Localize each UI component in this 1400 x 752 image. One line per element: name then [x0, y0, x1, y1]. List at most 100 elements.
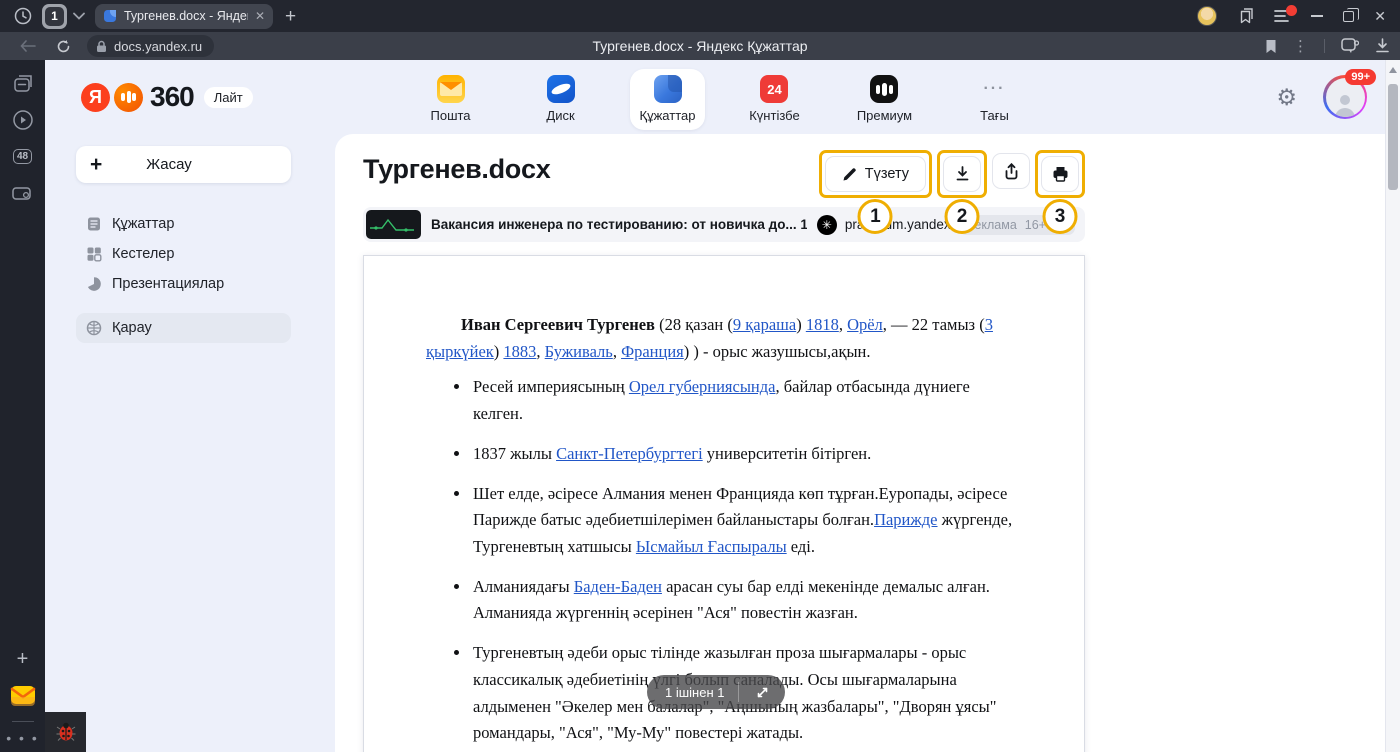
download-button[interactable]: [943, 156, 981, 192]
more-actions-icon[interactable]: ⋮: [1293, 37, 1308, 55]
lite-badge: Лайт: [204, 87, 253, 108]
practicum-logo-icon: ✳: [817, 215, 837, 235]
ad-headline: Вакансия инженера по тестированию: от но…: [431, 217, 807, 232]
document-link[interactable]: 9 қараша: [733, 315, 796, 334]
document-link[interactable]: 1818: [806, 315, 839, 334]
nav-documents-active[interactable]: Құжаттар: [640, 75, 696, 123]
document-link[interactable]: Франция: [621, 342, 684, 361]
share-icon: [1004, 163, 1019, 180]
tab-group-count: 1: [45, 7, 64, 26]
browser-tab[interactable]: Тургенев.docx - Яндекс ✕: [95, 4, 273, 29]
scrollbar-thumb[interactable]: [1388, 84, 1398, 190]
download-icon: [955, 166, 970, 182]
downloads-icon[interactable]: [1375, 38, 1390, 54]
tab-group-chip[interactable]: 1: [42, 4, 67, 29]
page-indicator-text: 1 ішінен 1: [665, 685, 724, 700]
document-link[interactable]: Ысмайыл Ғаспыралы: [636, 537, 787, 556]
fullscreen-icon[interactable]: [745, 678, 779, 706]
main-panel: Тургенев.docx Түзету 1 2: [335, 134, 1385, 752]
tab-close-icon[interactable]: ✕: [255, 10, 265, 22]
documents-icon: [654, 75, 682, 103]
new-tab-button[interactable]: +: [285, 7, 296, 26]
edit-button[interactable]: Түзету: [825, 156, 926, 192]
browser-side-toolbar: 48 + • • •: [0, 60, 45, 752]
history-icon[interactable]: [12, 5, 34, 27]
disk-icon: [547, 75, 575, 103]
sidebar-item-documents[interactable]: Құжаттар: [76, 209, 291, 239]
tab-title: Тургенев.docx - Яндекс: [124, 9, 248, 23]
sidebar-panel-icon[interactable]: [1341, 38, 1359, 54]
user-avatar[interactable]: 99+: [1323, 75, 1367, 119]
create-button[interactable]: + Жасау: [76, 146, 291, 183]
divider: [1324, 39, 1325, 53]
app-nav: Пошта Диск Құжаттар 24 Күнтізбе Премиум: [420, 71, 1026, 123]
feed-icon[interactable]: [0, 66, 45, 102]
nav-disk[interactable]: Диск: [530, 75, 592, 123]
chevron-down-icon[interactable]: [73, 12, 85, 20]
bookmark-flag-icon[interactable]: [1265, 39, 1277, 54]
back-icon[interactable]: [20, 40, 36, 52]
restore-button[interactable]: [1343, 11, 1354, 22]
address-bar: docs.yandex.ru Тургенев.docx - Яндекс Құ…: [0, 32, 1400, 60]
annotation-number-2: 2: [945, 199, 980, 234]
avatar-silhouette: [1335, 95, 1355, 117]
bullet-item: Алманиядағы Баден-Баден арасан суы бар е…: [471, 574, 1014, 627]
video-icon[interactable]: [0, 102, 45, 138]
nav-more[interactable]: ··· Тағы: [963, 75, 1025, 123]
sidebar-item-tables[interactable]: Кестелер: [76, 239, 291, 269]
document-intro-paragraph: Иван Сергеевич Тургенев (28 қазан (9 қар…: [426, 312, 1014, 365]
yandex-logo-icon: Я: [81, 83, 110, 112]
mail-icon: [437, 75, 465, 103]
document-title: Тургенев.docx: [363, 150, 550, 185]
nav-calendar[interactable]: 24 Күнтізбе: [743, 75, 805, 123]
yandex-360-logo[interactable]: Я 360 Лайт: [81, 81, 253, 113]
reload-icon[interactable]: [56, 39, 71, 54]
settings-gear-icon[interactable]: ⚙: [1276, 84, 1297, 111]
browser-menu-icon[interactable]: [1274, 9, 1291, 23]
document-link[interactable]: Баден-Баден: [574, 577, 662, 596]
print-button[interactable]: [1041, 156, 1079, 192]
url-field[interactable]: docs.yandex.ru: [87, 35, 214, 57]
browser-profile-avatar[interactable]: [1197, 6, 1217, 26]
annotation-number-3: 3: [1043, 199, 1078, 234]
nav-premium[interactable]: Премиум: [853, 75, 915, 123]
sidebar-item-presentations[interactable]: Презентациялар: [76, 269, 291, 299]
docs-favicon: [103, 9, 117, 23]
bullet-item: Шет елде, әсіресе Алмания менен Францияд…: [471, 481, 1014, 561]
brand-360-text: 360: [150, 81, 194, 113]
timer-48-badge[interactable]: 48: [13, 149, 32, 164]
globe-icon: [86, 320, 102, 336]
premium-icon: [870, 75, 898, 103]
pencil-icon: [842, 167, 857, 182]
ladybug-icon: [55, 721, 77, 743]
annotation-box-2: 2: [937, 150, 987, 198]
360-logo-icon: [114, 83, 143, 112]
screencast-icon[interactable]: [0, 174, 45, 210]
annotation-box-1: Түзету 1: [819, 150, 932, 198]
document-link[interactable]: 1883: [503, 342, 536, 361]
bug-overlay: [45, 712, 86, 752]
bookmarks-icon[interactable]: [1237, 8, 1254, 25]
close-window-button[interactable]: ✕: [1374, 8, 1386, 25]
document-link[interactable]: Орёл: [847, 315, 883, 334]
document-link[interactable]: Орел губерниясында: [629, 377, 776, 396]
document-link[interactable]: Парижде: [874, 510, 937, 529]
nav-mail[interactable]: Пошта: [420, 75, 482, 123]
more-apps-icon: ···: [980, 75, 1008, 103]
calendar-icon: 24: [760, 75, 788, 103]
sidebar-add-icon[interactable]: +: [0, 641, 45, 677]
scroll-up-arrow[interactable]: [1389, 67, 1397, 73]
toolbar-more-icon[interactable]: • • •: [6, 730, 38, 746]
pie-chart-icon: [86, 276, 102, 292]
page-indicator-pill: 1 ішінен 1: [647, 675, 785, 709]
document-link[interactable]: Санкт-Петербургтегі: [556, 444, 703, 463]
yandex-mail-icon[interactable]: [0, 677, 45, 713]
share-button[interactable]: [992, 153, 1030, 189]
plus-icon: +: [90, 153, 102, 177]
page-scrollbar[interactable]: [1385, 60, 1400, 752]
sidebar-item-view[interactable]: Қарау: [76, 313, 291, 343]
document-link[interactable]: Буживаль: [545, 342, 613, 361]
minimize-button[interactable]: [1311, 15, 1323, 17]
table-icon: [86, 246, 102, 262]
app-sidebar: + Жасау Құжаттар Кестелер Презентациялар: [45, 134, 335, 752]
